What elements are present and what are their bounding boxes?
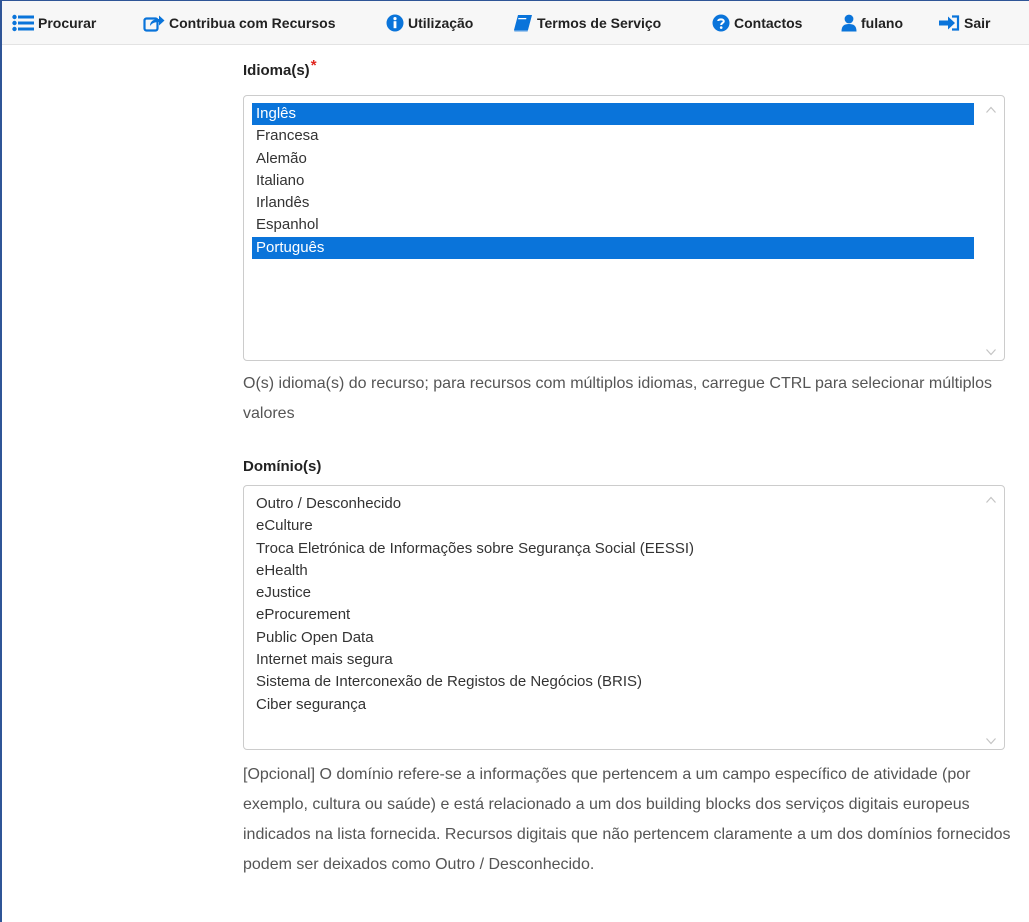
scroll-up-icon[interactable] [985, 102, 997, 113]
select-option[interactable]: Public Open Data [252, 627, 974, 649]
domains-help-text: [Opcional] O domínio refere-se a informa… [243, 766, 1011, 873]
nav-logout[interactable]: Sair [938, 13, 990, 33]
select-option[interactable]: Internet mais segura [252, 649, 974, 671]
book-icon [513, 14, 533, 32]
select-option[interactable]: Ciber segurança [252, 694, 974, 716]
nav-search[interactable]: Procurar [12, 13, 96, 33]
languages-options: Inglês Francesa Alemão Italiano Irlandês Espa… [252, 103, 974, 260]
select-option[interactable]: Outro / Desconhecido [252, 493, 974, 515]
languages-help-text: O(s) idioma(s) do recurso; para recursos… [243, 375, 993, 422]
domains-options: Outro / Desconhecido eCulture Troca Eletró… [252, 493, 974, 716]
nav-contacts[interactable]: Contactos [712, 13, 802, 33]
nav-terms[interactable]: Termos de Serviço [513, 13, 661, 33]
languages-multiselect[interactable]: Inglês Francesa Alemão Italiano Irlandês Espa… [243, 95, 1005, 361]
nav-contacts-label: Contactos [734, 15, 803, 31]
nav-terms-label: Termos de Serviço [537, 15, 662, 31]
scroll-down-icon[interactable] [985, 733, 997, 745]
window-border-left [0, 0, 2, 922]
question-icon [712, 14, 730, 32]
nav-user-label: fulano [861, 15, 903, 31]
select-option[interactable]: Espanhol [252, 214, 974, 236]
domains-multiselect[interactable]: Outro / Desconhecido eCulture Troca Eletró… [243, 485, 1005, 750]
select-option[interactable]: Troca Eletrónica de Informações sobre Se… [252, 538, 974, 560]
languages-label: Idioma(s)* [243, 57, 317, 79]
nav-user[interactable]: fulano [841, 13, 903, 33]
list-icon [12, 14, 34, 32]
nav-logout-label: Sair [964, 15, 991, 31]
select-option[interactable]: Português [252, 236, 974, 260]
domains-label: Domínio(s) [243, 458, 321, 475]
domains-label-text: Domínio(s) [243, 458, 322, 475]
select-option[interactable]: eJustice [252, 582, 974, 604]
nav-contribute-label: Contribua com Recursos [169, 15, 336, 31]
select-option[interactable]: Francesa [252, 125, 974, 147]
info-icon [386, 14, 404, 32]
scroll-down-icon[interactable] [985, 344, 997, 356]
nav-usage-label: Utilização [408, 15, 474, 31]
select-option[interactable]: eProcurement [252, 604, 974, 626]
select-option[interactable]: Italiano [252, 170, 974, 192]
top-navbar: Procurar Contribua com Recursos Utilizaç… [2, 1, 1029, 45]
nav-search-label: Procurar [38, 15, 97, 31]
nav-usage[interactable]: Utilização [386, 13, 473, 33]
sign-out-icon [938, 15, 960, 31]
select-option[interactable]: Alemão [252, 148, 974, 170]
select-option[interactable]: eCulture [252, 515, 974, 537]
languages-label-text: Idioma(s) [243, 62, 310, 79]
share-icon [143, 14, 165, 32]
nav-contribute[interactable]: Contribua com Recursos [143, 13, 335, 33]
required-marker: * [310, 57, 317, 74]
user-icon [841, 14, 857, 32]
scroll-up-icon[interactable] [985, 492, 997, 503]
select-option[interactable]: Sistema de Interconexão de Registos de N… [252, 671, 974, 693]
select-option[interactable]: Inglês [252, 103, 974, 126]
select-option[interactable]: eHealth [252, 560, 974, 582]
select-option[interactable]: Irlandês [252, 192, 974, 214]
